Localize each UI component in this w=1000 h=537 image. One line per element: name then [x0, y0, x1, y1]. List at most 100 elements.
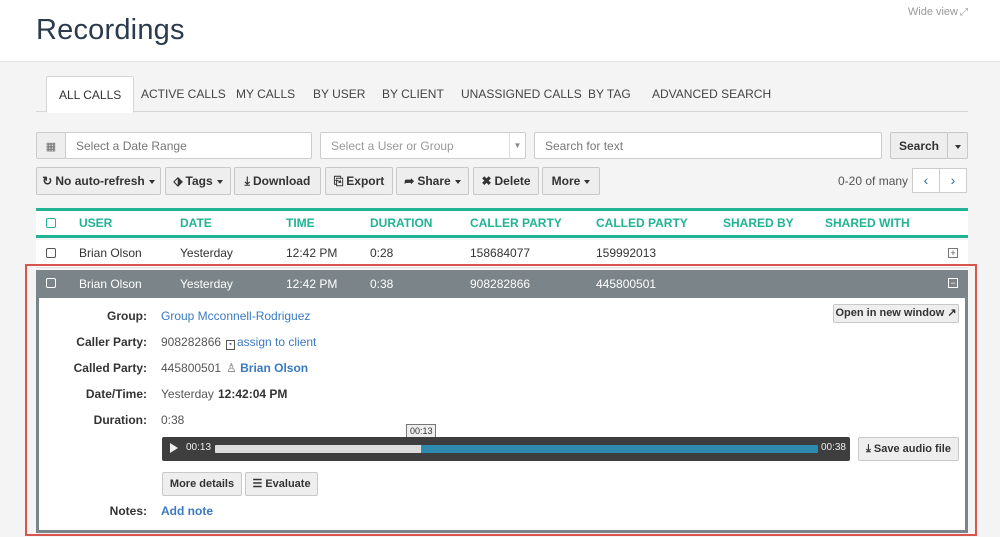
more-details-button[interactable]: More details — [162, 472, 242, 496]
external-link-icon: ↗ — [947, 307, 957, 319]
search-placeholder: Search for text — [545, 139, 624, 153]
more-button[interactable]: More — [542, 167, 600, 195]
column-called-party[interactable]: CALLED PARTY — [596, 211, 688, 235]
chevron-down-icon — [954, 144, 961, 149]
chevron-down-icon — [216, 179, 223, 184]
calendar-button[interactable]: ▦ — [36, 132, 66, 159]
cell-called-party: 159992013 — [596, 246, 657, 260]
tab-my-calls[interactable]: MY CALLS — [224, 76, 307, 112]
calendar-icon: ▦ — [45, 141, 57, 153]
group-label: Group: — [107, 309, 147, 323]
table-row-selected[interactable]: Brian Olson Yesterday 12:42 PM 0:38 9082… — [36, 270, 968, 298]
tab-active-calls[interactable]: ACTIVE CALLS — [129, 76, 238, 112]
assign-client-label[interactable]: assign to client — [237, 335, 316, 349]
next-page-button[interactable]: › — [939, 168, 967, 193]
wide-view-link[interactable]: Wide view ⤢ — [908, 6, 968, 18]
column-date[interactable]: DATE — [180, 211, 212, 235]
evaluate-button[interactable]: ☰ Evaluate — [245, 472, 318, 496]
evaluate-label: Evaluate — [265, 478, 311, 490]
assign-client-link[interactable]: ▪ assign to client — [226, 335, 316, 350]
open-new-window-label: Open in new window — [835, 307, 945, 319]
seek-bar-progress — [215, 445, 422, 453]
play-icon[interactable] — [170, 443, 178, 453]
cell-duration: 0:28 — [370, 246, 394, 260]
close-icon: ✖ — [481, 174, 492, 188]
share-icon: ➦ — [404, 174, 415, 188]
tag-icon: ⬗ — [173, 174, 183, 188]
row-checkbox[interactable] — [46, 278, 56, 288]
add-note-link[interactable]: Add note — [161, 504, 213, 518]
plus-square-icon[interactable]: + — [948, 248, 958, 258]
chevron-left-icon: ‹ — [923, 172, 929, 188]
date-range-input[interactable]: Select a Date Range — [65, 132, 312, 159]
tab-by-tag[interactable]: BY TAG — [576, 76, 643, 112]
open-new-window-button[interactable]: Open in new window ↗ — [833, 304, 959, 323]
cell-date: Yesterday — [180, 246, 233, 260]
tags-button[interactable]: ⬗ Tags — [165, 167, 231, 195]
list-icon: ☰ — [252, 478, 263, 490]
user-group-select[interactable]: Select a User or Group ▼ — [320, 132, 526, 159]
column-duration[interactable]: DURATION — [370, 211, 432, 235]
search-options-button[interactable] — [947, 132, 968, 159]
tab-by-client[interactable]: BY CLIENT — [370, 76, 456, 112]
cell-caller-party: 908282866 — [470, 277, 531, 291]
column-caller-party[interactable]: CALLER PARTY — [470, 211, 562, 235]
download-icon: ⤓ — [244, 174, 250, 188]
date-range-placeholder: Select a Date Range — [76, 139, 187, 153]
select-all-checkbox[interactable] — [46, 218, 56, 228]
column-user[interactable]: USER — [79, 211, 112, 235]
delete-label: Delete — [494, 174, 531, 188]
notes-label: Notes: — [109, 504, 147, 518]
time-value: 12:42:04 PM — [218, 387, 288, 401]
cell-date: Yesterday — [180, 277, 233, 291]
total-time: 00:38 — [820, 442, 846, 453]
column-shared-by[interactable]: SHARED BY — [723, 211, 794, 235]
search-button[interactable]: Search — [890, 132, 948, 159]
expand-arrows-icon[interactable]: ⤢ — [960, 7, 968, 18]
group-link[interactable]: Group Mcconnell-Rodriguez — [161, 309, 310, 323]
row-checkbox[interactable] — [46, 248, 56, 258]
share-button[interactable]: ➦ Share — [396, 167, 469, 195]
duration-value: 0:38 — [161, 413, 185, 427]
caller-party-label: Caller Party: — [76, 335, 147, 349]
search-input[interactable]: Search for text — [534, 132, 882, 159]
export-file-icon: ⎘ — [333, 174, 344, 188]
seek-tooltip: 00:13 — [406, 424, 437, 438]
column-shared-with[interactable]: SHARED WITH — [825, 211, 910, 235]
user-icon: ♙ — [226, 361, 237, 375]
auto-refresh-button[interactable]: ↻ No auto-refresh — [36, 167, 161, 195]
page-title: Recordings — [36, 14, 185, 46]
tags-label: Tags — [185, 174, 213, 188]
tab-by-user[interactable]: BY USER — [301, 76, 377, 112]
prev-page-button[interactable]: ‹ — [912, 168, 940, 193]
chevron-down-icon — [454, 179, 461, 184]
column-time[interactable]: TIME — [286, 211, 315, 235]
wide-view-label[interactable]: Wide view — [908, 6, 958, 18]
export-button[interactable]: ⎘ Export — [325, 167, 393, 195]
cell-user: Brian Olson — [79, 246, 142, 260]
table-header: USER DATE TIME DURATION CALLER PARTY CAL… — [36, 208, 968, 238]
contact-card-icon: ▪ — [226, 340, 235, 350]
share-label: Share — [417, 174, 451, 188]
audio-player[interactable]: 00:13 00:38 — [162, 437, 850, 461]
date-value: Yesterday — [161, 387, 214, 401]
minus-square-icon[interactable]: − — [948, 278, 958, 288]
cell-time: 12:42 PM — [286, 246, 338, 260]
save-audio-button[interactable]: ⤓ Save audio file — [858, 437, 959, 461]
tab-advanced-search[interactable]: ADVANCED SEARCH — [640, 76, 783, 112]
page-header: Recordings Wide view ⤢ — [0, 0, 1000, 62]
download-button[interactable]: ⤓ Download — [234, 167, 321, 195]
tab-unassigned-calls[interactable]: UNASSIGNED CALLS — [449, 76, 594, 112]
chevron-right-icon: › — [950, 172, 956, 188]
refresh-icon: ↻ — [42, 174, 53, 188]
delete-button[interactable]: ✖ Delete — [473, 167, 539, 195]
cell-caller-party: 158684077 — [470, 246, 531, 260]
seek-bar[interactable] — [215, 445, 818, 453]
called-user-label[interactable]: Brian Olson — [240, 361, 308, 375]
tab-all-calls[interactable]: ALL CALLS — [46, 76, 135, 113]
called-user-link[interactable]: ♙ Brian Olson — [226, 361, 308, 375]
cell-duration: 0:38 — [370, 277, 394, 291]
cell-called-party: 445800501 — [596, 277, 657, 291]
pager-count: 0-20 of many — [838, 174, 909, 188]
export-label: Export — [346, 174, 385, 188]
